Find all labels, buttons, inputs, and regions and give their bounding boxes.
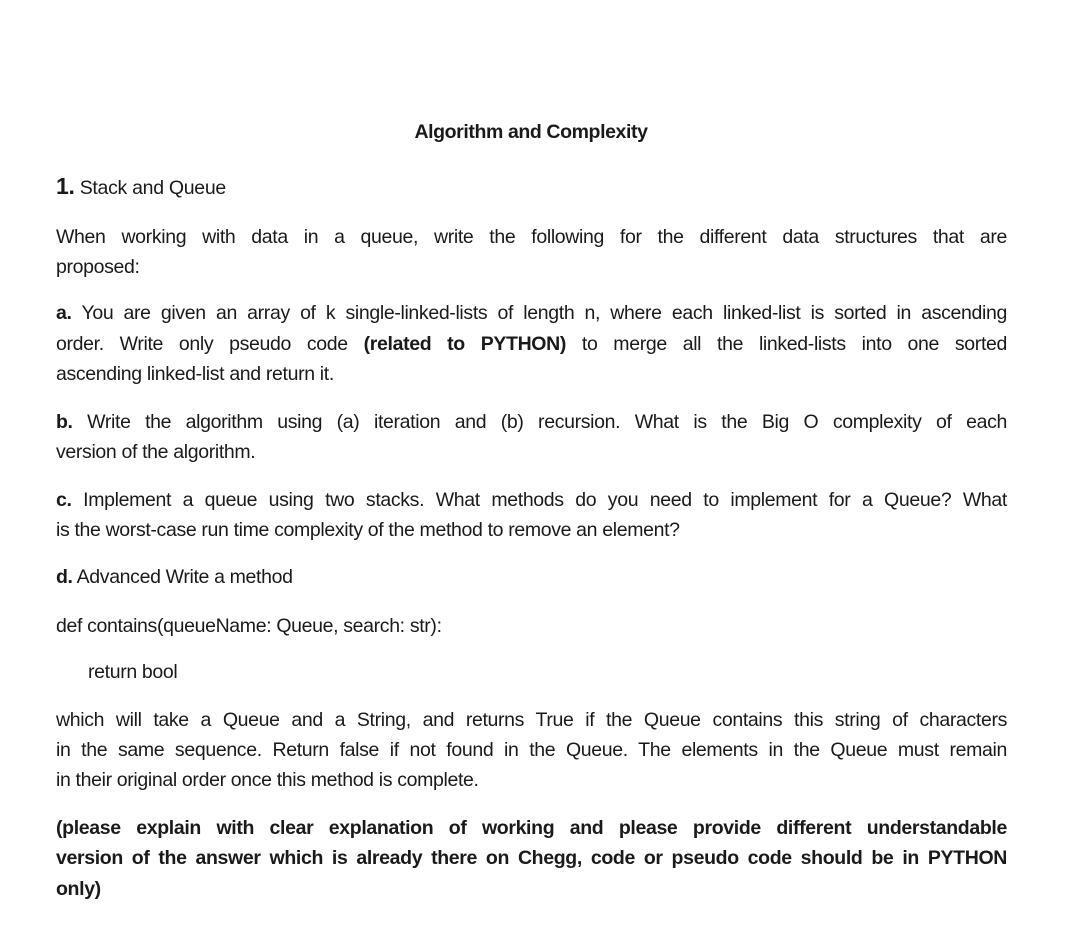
part-c-label: c. — [56, 489, 72, 511]
intro-line-1: When working with data in a queue, write… — [56, 226, 1007, 248]
part-b-label: b. — [56, 411, 73, 433]
function-signature: def contains(queueName: Queue, search: s… — [56, 615, 442, 637]
part-d-label: d. — [56, 566, 73, 588]
intro-line-2: proposed: — [56, 256, 140, 278]
part-a-text-2-pre: order. Write only pseudo code — [56, 333, 364, 355]
document-title: Algorithm and Complexity — [414, 121, 648, 143]
part-b-line-2: version of the algorithm. — [56, 441, 256, 463]
part-a-line-2: order. Write only pseudo code (related t… — [56, 329, 1007, 359]
section-number: 1. — [56, 173, 75, 199]
part-d-text-1: Advanced Write a method — [76, 566, 293, 588]
note-line-3: only) — [56, 878, 101, 900]
part-a-text-1: You are given an array of k single-linke… — [81, 302, 1007, 324]
note-line-1: (please explain with clear explanation o… — [56, 817, 1007, 839]
part-d-desc-line-3: in their original order once this method… — [56, 769, 479, 791]
part-a-text-2-post: to merge all the linked-lists into one s… — [566, 333, 1007, 355]
part-b-text-1: Write the algorithm using (a) iteration … — [87, 411, 1007, 433]
part-a-label: a. — [56, 302, 72, 324]
section-heading: 1. Stack and Queue — [56, 171, 226, 203]
part-a-line-1: a. You are given an array of k single-li… — [56, 298, 1007, 328]
document-page: Algorithm and Complexity 1. Stack and Qu… — [0, 0, 1080, 934]
return-statement: return bool — [88, 661, 178, 683]
part-c-line-1: c. Implement a queue using two stacks. W… — [56, 485, 1007, 515]
part-a-text-2-bold: (related to PYTHON) — [363, 333, 567, 355]
section-title: Stack and Queue — [79, 177, 226, 199]
part-a-line-3: ascending linked-list and return it. — [56, 363, 334, 385]
note-line-2: version of the answer which is already t… — [56, 847, 1007, 869]
part-b-line-1: b. Write the algorithm using (a) iterati… — [56, 407, 1007, 437]
part-d-line-1: d. Advanced Write a method — [56, 562, 293, 592]
part-d-desc-line-1: which will take a Queue and a String, an… — [56, 709, 1007, 731]
part-c-text-1: Implement a queue using two stacks. What… — [83, 489, 1007, 511]
part-d-desc-line-2: in the same sequence. Return false if no… — [56, 739, 1007, 761]
part-c-line-2: is the worst-case run time complexity of… — [56, 519, 680, 541]
